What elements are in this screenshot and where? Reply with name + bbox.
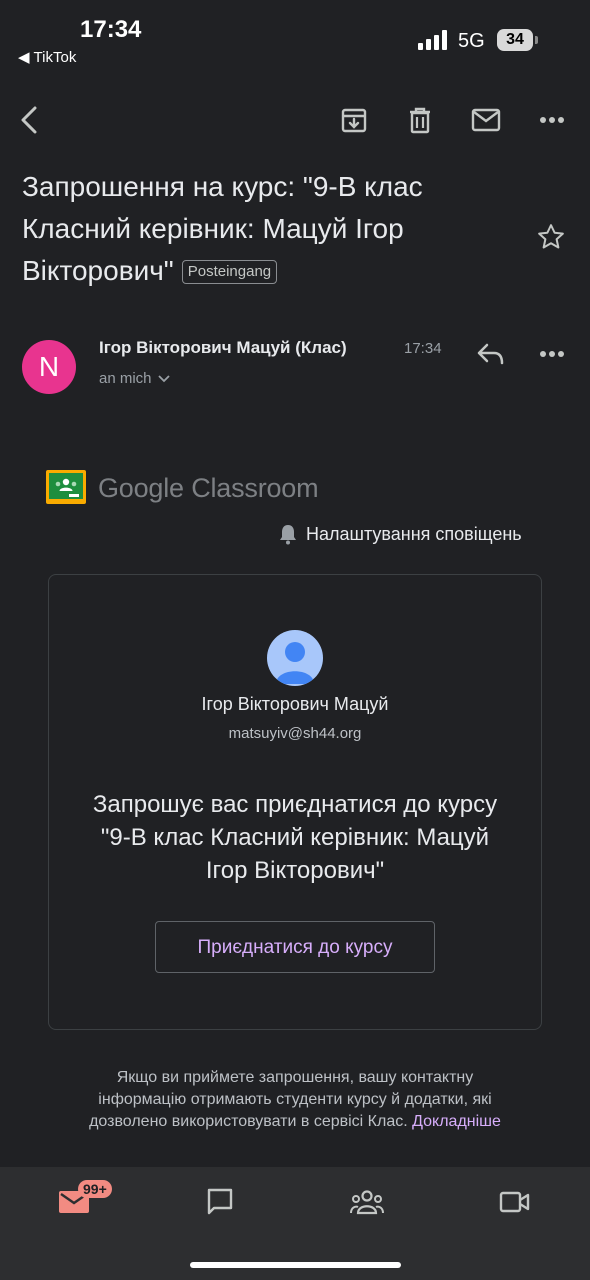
trash-icon[interactable] (400, 100, 440, 140)
signal-icon (418, 30, 450, 50)
teacher-email: matsuyiv@sh44.org (228, 725, 362, 742)
sender-more-icon[interactable] (539, 350, 565, 358)
back-app-label: TikTok (33, 48, 77, 66)
teacher-avatar (267, 630, 323, 686)
star-icon[interactable] (536, 222, 566, 252)
brand-google: Google (98, 473, 184, 503)
email-time: 17:34 (404, 340, 442, 357)
back-triangle-icon: ◀ (18, 49, 30, 66)
sender-avatar[interactable]: N (22, 340, 76, 394)
classroom-brand: Google Classroom (98, 473, 319, 504)
privacy-footer: Якщо ви приймете запрошення, вашу контак… (80, 1067, 510, 1133)
back-arrow-icon[interactable] (10, 100, 50, 140)
recipient-label: an mich (99, 370, 152, 387)
reply-icon[interactable] (476, 340, 506, 368)
bell-icon (278, 523, 298, 545)
battery-icon: 34 (497, 29, 533, 51)
archive-icon[interactable] (334, 100, 374, 140)
nav-meet-icon[interactable] (485, 1182, 545, 1222)
mail-icon[interactable] (466, 100, 506, 140)
learn-more-link[interactable]: Докладніше (412, 1113, 501, 1130)
notification-settings-link[interactable]: Налаштування сповіщень (278, 523, 522, 545)
status-time: 17:34 (80, 16, 142, 43)
join-course-button[interactable]: Приєднатися до курсу (155, 921, 435, 973)
brand-classroom: Classroom (191, 473, 319, 503)
notification-settings-label: Налаштування сповіщень (306, 523, 522, 544)
invite-message: Запрошує вас приєднатися до курсу "9-В к… (92, 791, 498, 884)
nav-spaces-icon[interactable] (337, 1182, 397, 1222)
chevron-down-icon (157, 374, 170, 383)
home-indicator[interactable] (190, 1262, 401, 1268)
battery-tip (535, 36, 538, 44)
network-type: 5G (458, 30, 485, 52)
email-subject: Запрошення на курс: "9-В клас Класний ке… (22, 166, 522, 292)
teacher-name: Ігор Вікторович Мацуй (201, 694, 389, 714)
more-horiz-icon[interactable] (532, 100, 572, 140)
back-to-app-link[interactable]: ◀ TikTok (18, 48, 77, 67)
classroom-logo-icon (46, 470, 86, 504)
label-chip[interactable]: Posteingang (181, 260, 278, 284)
nav-chat-icon[interactable] (190, 1182, 250, 1222)
recipient-details[interactable]: an mich (99, 370, 170, 387)
sender-name: Ігор Вікторович Мацуй (Клас) (99, 338, 347, 357)
mail-unread-badge: 99+ (78, 1180, 112, 1198)
